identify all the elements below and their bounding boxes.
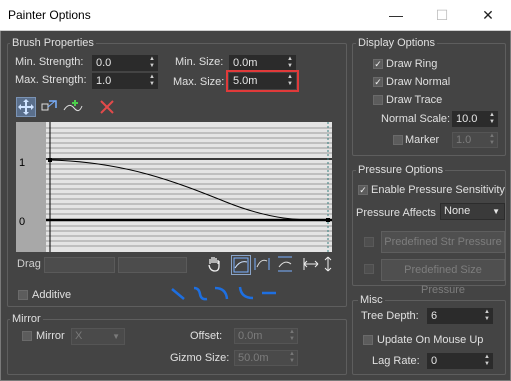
min-size-label: Min. Size: xyxy=(175,56,224,68)
draw-trace-checkbox[interactable] xyxy=(373,95,383,105)
additive-checkbox[interactable] xyxy=(18,290,28,300)
draw-trace-label: Draw Trace xyxy=(386,94,443,106)
chevron-down-icon: ▼ xyxy=(112,332,120,341)
additive-label: Additive xyxy=(32,289,72,301)
spinner-arrows-icon[interactable]: ▲ ▼ xyxy=(489,112,495,126)
min-strength-spinner[interactable]: 0.0 ▲ ▼ xyxy=(92,55,158,71)
predefined-str-checkbox[interactable] xyxy=(364,237,374,247)
fit-height-icon[interactable] xyxy=(322,255,336,275)
gizmo-size-value: 50.0m xyxy=(238,352,269,364)
min-size-value: 0.0m xyxy=(233,57,258,69)
spinner-arrows-icon[interactable]: ▲ ▼ xyxy=(149,74,155,88)
pressure-affects-value: None xyxy=(444,205,471,217)
min-strength-label: Min. Strength: xyxy=(15,56,84,68)
zoom-horizontal-icon[interactable] xyxy=(253,255,273,275)
draw-ring-label: Draw Ring xyxy=(386,58,438,70)
spinner-arrows-icon[interactable]: ▲ ▼ xyxy=(484,354,490,368)
pressure-options-label: Pressure Options xyxy=(356,164,445,176)
spinner-arrows-icon[interactable]: ▲ ▼ xyxy=(287,56,293,70)
window-title: Painter Options xyxy=(8,8,91,22)
update-on-mouse-up-checkbox[interactable] xyxy=(363,335,373,345)
spinner-arrows-icon[interactable]: ▲ ▼ xyxy=(289,351,295,365)
marker-spinner[interactable]: 1.0 ▲ ▼ xyxy=(452,132,498,148)
marker-label: Marker xyxy=(405,134,440,146)
marker-value: 1.0 xyxy=(456,134,472,146)
min-size-spinner[interactable]: 0.0m ▲ ▼ xyxy=(229,55,296,71)
fit-width-icon[interactable] xyxy=(303,255,323,275)
normal-scale-spinner[interactable]: 10.0 ▲ ▼ xyxy=(452,111,498,127)
brush-properties-label: Brush Properties xyxy=(10,37,96,49)
enable-pressure-label: Enable Pressure Sensitivity xyxy=(371,184,505,196)
draw-normal-checkbox[interactable]: ✓ xyxy=(373,77,383,87)
predefined-str-pressure-button[interactable]: Predefined Str Pressure xyxy=(381,231,505,253)
max-size-spinner[interactable]: 5.0m ▲ ▼ xyxy=(226,70,299,92)
lag-rate-value: 0 xyxy=(431,355,438,367)
spinner-arrows-icon[interactable]: ▲ ▼ xyxy=(149,56,155,70)
misc-label: Misc xyxy=(358,294,385,306)
lag-rate-label: Lag Rate: xyxy=(372,355,420,367)
pressure-affects-label: Pressure Affects xyxy=(356,207,436,219)
preset-fast-icon[interactable] xyxy=(236,284,256,304)
mirror-checkbox[interactable] xyxy=(22,331,32,341)
predefined-size-checkbox[interactable] xyxy=(364,264,374,274)
mirror-group-label: Mirror xyxy=(10,313,43,325)
curve-value-axis xyxy=(16,122,46,252)
zoom-extents-icon[interactable] xyxy=(231,255,251,275)
pressure-affects-dropdown[interactable]: None ▼ xyxy=(440,203,505,220)
falloff-curve-graph[interactable] xyxy=(46,122,332,252)
draw-normal-label: Draw Normal xyxy=(386,76,451,88)
move-point-icon[interactable] xyxy=(16,97,36,117)
predefined-size-pressure-button[interactable]: Predefined Size Pressure xyxy=(381,259,505,296)
lag-rate-spinner[interactable]: 0 ▲ ▼ xyxy=(427,353,493,369)
delete-point-icon[interactable] xyxy=(97,97,117,117)
mirror-axis-dropdown[interactable]: X ▼ xyxy=(71,328,125,345)
mirror-label: Mirror xyxy=(36,330,65,342)
pan-hand-icon[interactable] xyxy=(205,255,225,275)
draw-ring-checkbox[interactable]: ✓ xyxy=(373,59,383,69)
chevron-down-icon: ▼ xyxy=(492,207,500,216)
marker-checkbox[interactable] xyxy=(393,135,403,145)
gizmo-size-label: Gizmo Size: xyxy=(170,352,230,364)
max-strength-label: Max. Strength: xyxy=(15,74,87,86)
drag-label: Drag xyxy=(17,258,41,270)
max-strength-spinner[interactable]: 1.0 ▲ ▼ xyxy=(92,73,158,89)
offset-label: Offset: xyxy=(190,330,223,342)
enable-pressure-checkbox[interactable]: ✓ xyxy=(358,185,368,195)
normal-scale-label: Normal Scale: xyxy=(381,113,451,125)
close-button[interactable]: ✕ xyxy=(465,0,511,31)
offset-value: 0.0m xyxy=(238,330,263,342)
gizmo-size-spinner[interactable]: 50.0m ▲ ▼ xyxy=(234,350,298,366)
preset-linear-icon[interactable] xyxy=(168,284,188,304)
display-options-label: Display Options xyxy=(356,37,438,49)
tree-depth-value: 6 xyxy=(431,310,438,322)
mirror-axis-value: X xyxy=(75,330,83,342)
maximize-button[interactable]: ☐ xyxy=(419,0,465,31)
max-size-label: Max. Size: xyxy=(173,76,225,88)
preset-smooth-icon[interactable] xyxy=(190,284,210,304)
offset-spinner[interactable]: 0.0m ▲ ▼ xyxy=(234,328,298,344)
max-strength-value: 1.0 xyxy=(96,75,112,87)
minimize-button[interactable]: — xyxy=(373,0,419,31)
curve-x-field[interactable] xyxy=(44,257,115,273)
curve-y-field[interactable] xyxy=(118,257,187,273)
scale-point-icon[interactable] xyxy=(39,97,59,117)
tree-depth-spinner[interactable]: 6 ▲ ▼ xyxy=(427,308,493,324)
curve-label-one: 1 xyxy=(19,157,26,169)
insert-point-icon[interactable] xyxy=(62,97,83,117)
title-bar: Painter Options — ☐ ✕ xyxy=(0,0,511,31)
preset-flat-icon[interactable] xyxy=(259,284,279,304)
update-on-mouse-up-label: Update On Mouse Up xyxy=(377,334,484,346)
normal-scale-value: 10.0 xyxy=(456,113,478,125)
spinner-arrows-icon[interactable]: ▲ ▼ xyxy=(489,133,495,147)
max-size-value: 5.0m xyxy=(233,75,258,87)
min-strength-value: 0.0 xyxy=(96,57,112,69)
spinner-arrows-icon[interactable]: ▲ ▼ xyxy=(289,329,295,343)
preset-slow-icon[interactable] xyxy=(212,284,232,304)
tree-depth-label: Tree Depth: xyxy=(361,310,419,322)
curve-label-zero: 0 xyxy=(19,216,26,228)
zoom-vertical-icon[interactable] xyxy=(276,255,296,275)
spinner-arrows-icon[interactable]: ▲ ▼ xyxy=(287,74,293,88)
spinner-arrows-icon[interactable]: ▲ ▼ xyxy=(484,309,490,323)
